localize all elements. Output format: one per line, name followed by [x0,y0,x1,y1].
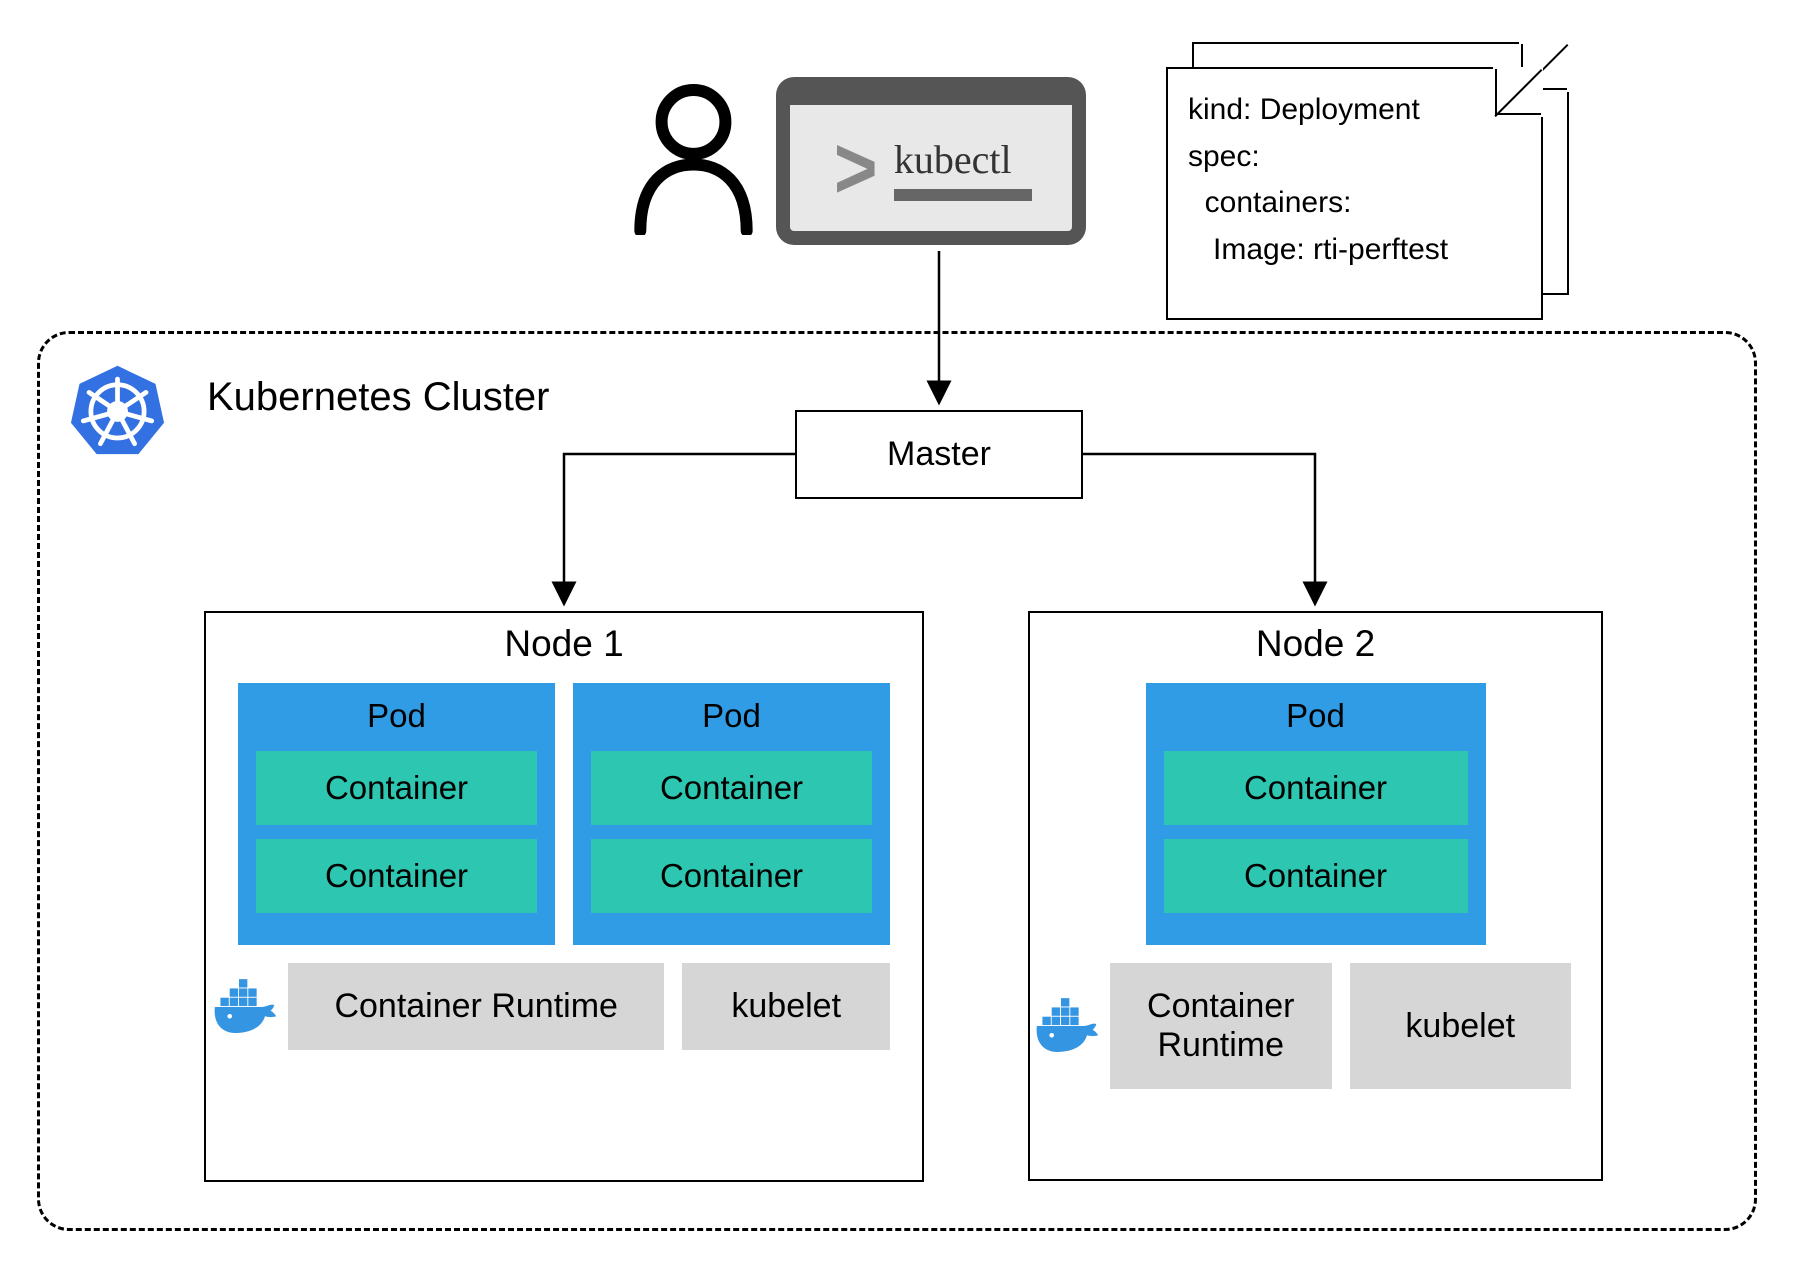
diagram-canvas: > kubectl kind: Deployment spec: contain… [0,0,1800,1275]
pod-label: Pod [1146,683,1486,751]
container-box: Container [256,751,537,825]
container-runtime-box: Container Runtime [288,963,664,1050]
container-runtime-box: Container Runtime [1110,963,1332,1089]
master-label: Master [887,435,991,474]
container-box: Container [591,839,872,913]
kubelet-box: kubelet [1350,963,1572,1089]
node-1-title: Node 1 [206,623,922,665]
yaml-line3: containers: [1188,186,1351,219]
node-1-pod-1: Pod Container Container [238,683,555,945]
container-box: Container [1164,751,1468,825]
docker-icon [213,977,278,1037]
node-1-pod-2: Pod Container Container [573,683,890,945]
container-box: Container [1164,839,1468,913]
pod-label: Pod [573,683,890,751]
kubelet-box: kubelet [682,963,890,1050]
user-icon [627,82,760,235]
yaml-line4: Image: rti-perftest [1188,233,1448,266]
yaml-line1: kind: Deployment [1188,93,1420,126]
kubernetes-logo-icon [70,362,165,457]
yaml-document-front: kind: Deployment spec: containers: Image… [1166,67,1543,320]
cluster-title: Kubernetes Cluster [207,375,549,420]
docker-icon [1035,996,1100,1056]
node-1: Node 1 Pod Container Container Pod Conta… [204,611,924,1182]
container-box: Container [591,751,872,825]
node-2: Node 2 Pod Container Container Container… [1028,611,1603,1181]
node-2-pod-1: Pod Container Container [1146,683,1486,945]
kubectl-command: kubectl [894,136,1032,201]
node-2-title: Node 2 [1030,623,1601,665]
yaml-line2: spec: [1188,140,1260,173]
master-node: Master [795,410,1083,499]
container-box: Container [256,839,537,913]
terminal-window: > kubectl [776,77,1086,245]
pod-label: Pod [238,683,555,751]
